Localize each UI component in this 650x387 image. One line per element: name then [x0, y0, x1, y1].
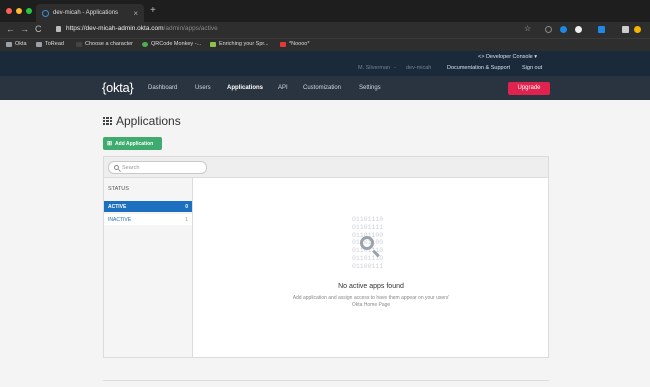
bookmark-label: Enriching your Spr...: [219, 41, 269, 47]
binary-line: 01101111: [352, 223, 384, 231]
extension-icon[interactable]: [622, 26, 629, 33]
status-filter-active[interactable]: ACTIVE 0: [104, 201, 192, 212]
folder-icon: [6, 41, 12, 47]
nav-users[interactable]: Users: [195, 85, 211, 91]
status-sidebar: STATUS ACTIVE 0 INACTIVE 1: [104, 178, 193, 357]
status-label: ACTIVE: [108, 203, 127, 210]
bookmark-item[interactable]: ToRead: [36, 41, 64, 47]
sign-out-link[interactable]: Sign out: [522, 65, 542, 71]
status-count: 1: [185, 216, 188, 223]
empty-desc-line: Add application and assign access to hav…: [292, 295, 450, 301]
footer-divider: [103, 380, 549, 381]
add-apps-icon: ⊞: [107, 141, 113, 147]
lock-icon: [56, 26, 61, 32]
reload-icon[interactable]: C: [35, 24, 42, 34]
search-icon: [114, 165, 119, 170]
separator: -: [394, 65, 396, 71]
status-count: 0: [185, 203, 188, 210]
documentation-support-link[interactable]: Documentation & Support: [447, 65, 510, 71]
tab-title: dev-micah - Applications: [53, 10, 119, 16]
empty-desc-line: Okta Home Page: [351, 302, 391, 308]
bookmark-star-icon[interactable]: ☆: [524, 24, 531, 33]
org-name: dev-micah: [406, 65, 432, 71]
binary-line: 01101110: [352, 216, 384, 223]
bookmarks-bar: Okta ToRead Choose a character QRCode Mo…: [0, 38, 650, 51]
forward-icon[interactable]: →: [20, 24, 29, 34]
bookmark-label: Okta: [15, 41, 27, 47]
folder-icon: [36, 41, 42, 47]
okta-logo[interactable]: {okta}: [102, 80, 134, 95]
status-filter-inactive[interactable]: INACTIVE 1: [104, 214, 192, 225]
bookmark-label: QRCode Monkey -...: [151, 41, 202, 47]
extension-icon[interactable]: [598, 26, 605, 33]
binary-line: 01100111: [352, 262, 384, 270]
user-name: M. Silverman: [358, 65, 391, 71]
extension-icon[interactable]: [575, 26, 582, 33]
panel-header: [104, 157, 548, 178]
youtube-icon: [280, 41, 286, 47]
bookmark-item[interactable]: QRCode Monkey -...: [142, 41, 201, 47]
close-window-button[interactable]: [6, 8, 12, 14]
page-title-text: Applications: [116, 114, 181, 128]
minimize-window-button[interactable]: [16, 8, 22, 14]
qrcode-icon: [142, 41, 148, 47]
nav-settings[interactable]: Settings: [359, 85, 381, 91]
nav-customization[interactable]: Customization: [303, 85, 341, 91]
bookmark-item[interactable]: Okta: [6, 41, 27, 47]
url-path: /admin/apps/active: [163, 25, 218, 32]
maximize-window-button[interactable]: [26, 8, 32, 14]
page-icon: [76, 41, 82, 47]
search-box[interactable]: [108, 161, 207, 174]
url-host: https://dev-micah-admin.okta.com: [66, 25, 164, 32]
browser-tab[interactable]: dev-micah - Applications ×: [36, 4, 144, 22]
bookmark-label: ToRead: [45, 41, 64, 47]
okta-top-bar: [0, 51, 650, 76]
empty-state: 01101110 01101111 01101100 01101100 0110…: [194, 178, 548, 357]
profile-avatar[interactable]: [634, 26, 641, 33]
extension-icon[interactable]: [545, 26, 552, 33]
status-label: INACTIVE: [108, 216, 132, 223]
upgrade-button[interactable]: Upgrade: [508, 82, 550, 95]
back-icon[interactable]: ←: [6, 24, 15, 34]
empty-state-title: No active apps found: [338, 283, 404, 290]
magnifier-icon: [360, 236, 374, 250]
new-tab-button[interactable]: +: [150, 5, 156, 16]
url-field[interactable]: https://dev-micah-admin.okta.com/admin/a…: [66, 25, 218, 32]
apps-grid-icon: [103, 116, 112, 126]
applications-panel: STATUS ACTIVE 0 INACTIVE 1 01101110 0110…: [103, 156, 549, 358]
status-heading: STATUS: [108, 186, 129, 192]
browser-tab-bar: dev-micah - Applications × +: [0, 0, 650, 22]
developer-console-switch[interactable]: <> Developer Console ▾: [478, 54, 537, 60]
tab-close-icon[interactable]: ×: [133, 9, 138, 18]
bookmark-label: Choose a character: [85, 41, 133, 47]
okta-favicon-icon: [42, 9, 49, 17]
bookmark-item[interactable]: Choose a character: [76, 41, 133, 47]
search-input[interactable]: [122, 164, 202, 171]
bookmark-item[interactable]: Enriching your Spr...: [210, 41, 269, 47]
nav-dashboard[interactable]: Dashboard: [148, 85, 177, 91]
page-title: Applications: [103, 114, 181, 128]
bookmark-label: *Noooo*: [289, 41, 310, 47]
spring-icon: [210, 41, 216, 47]
window-controls: [6, 8, 32, 14]
nav-applications[interactable]: Applications: [227, 85, 263, 91]
extension-icon[interactable]: [560, 26, 567, 33]
nav-api[interactable]: API: [278, 85, 288, 91]
empty-state-description: Add application and assign access to hav…: [194, 295, 548, 309]
address-bar-row: ← → C https://dev-micah-admin.okta.com/a…: [0, 22, 650, 38]
bookmark-item[interactable]: *Noooo*: [280, 41, 310, 47]
add-application-button[interactable]: ⊞ Add Application: [103, 137, 162, 150]
add-application-label: Add Application: [115, 140, 154, 147]
